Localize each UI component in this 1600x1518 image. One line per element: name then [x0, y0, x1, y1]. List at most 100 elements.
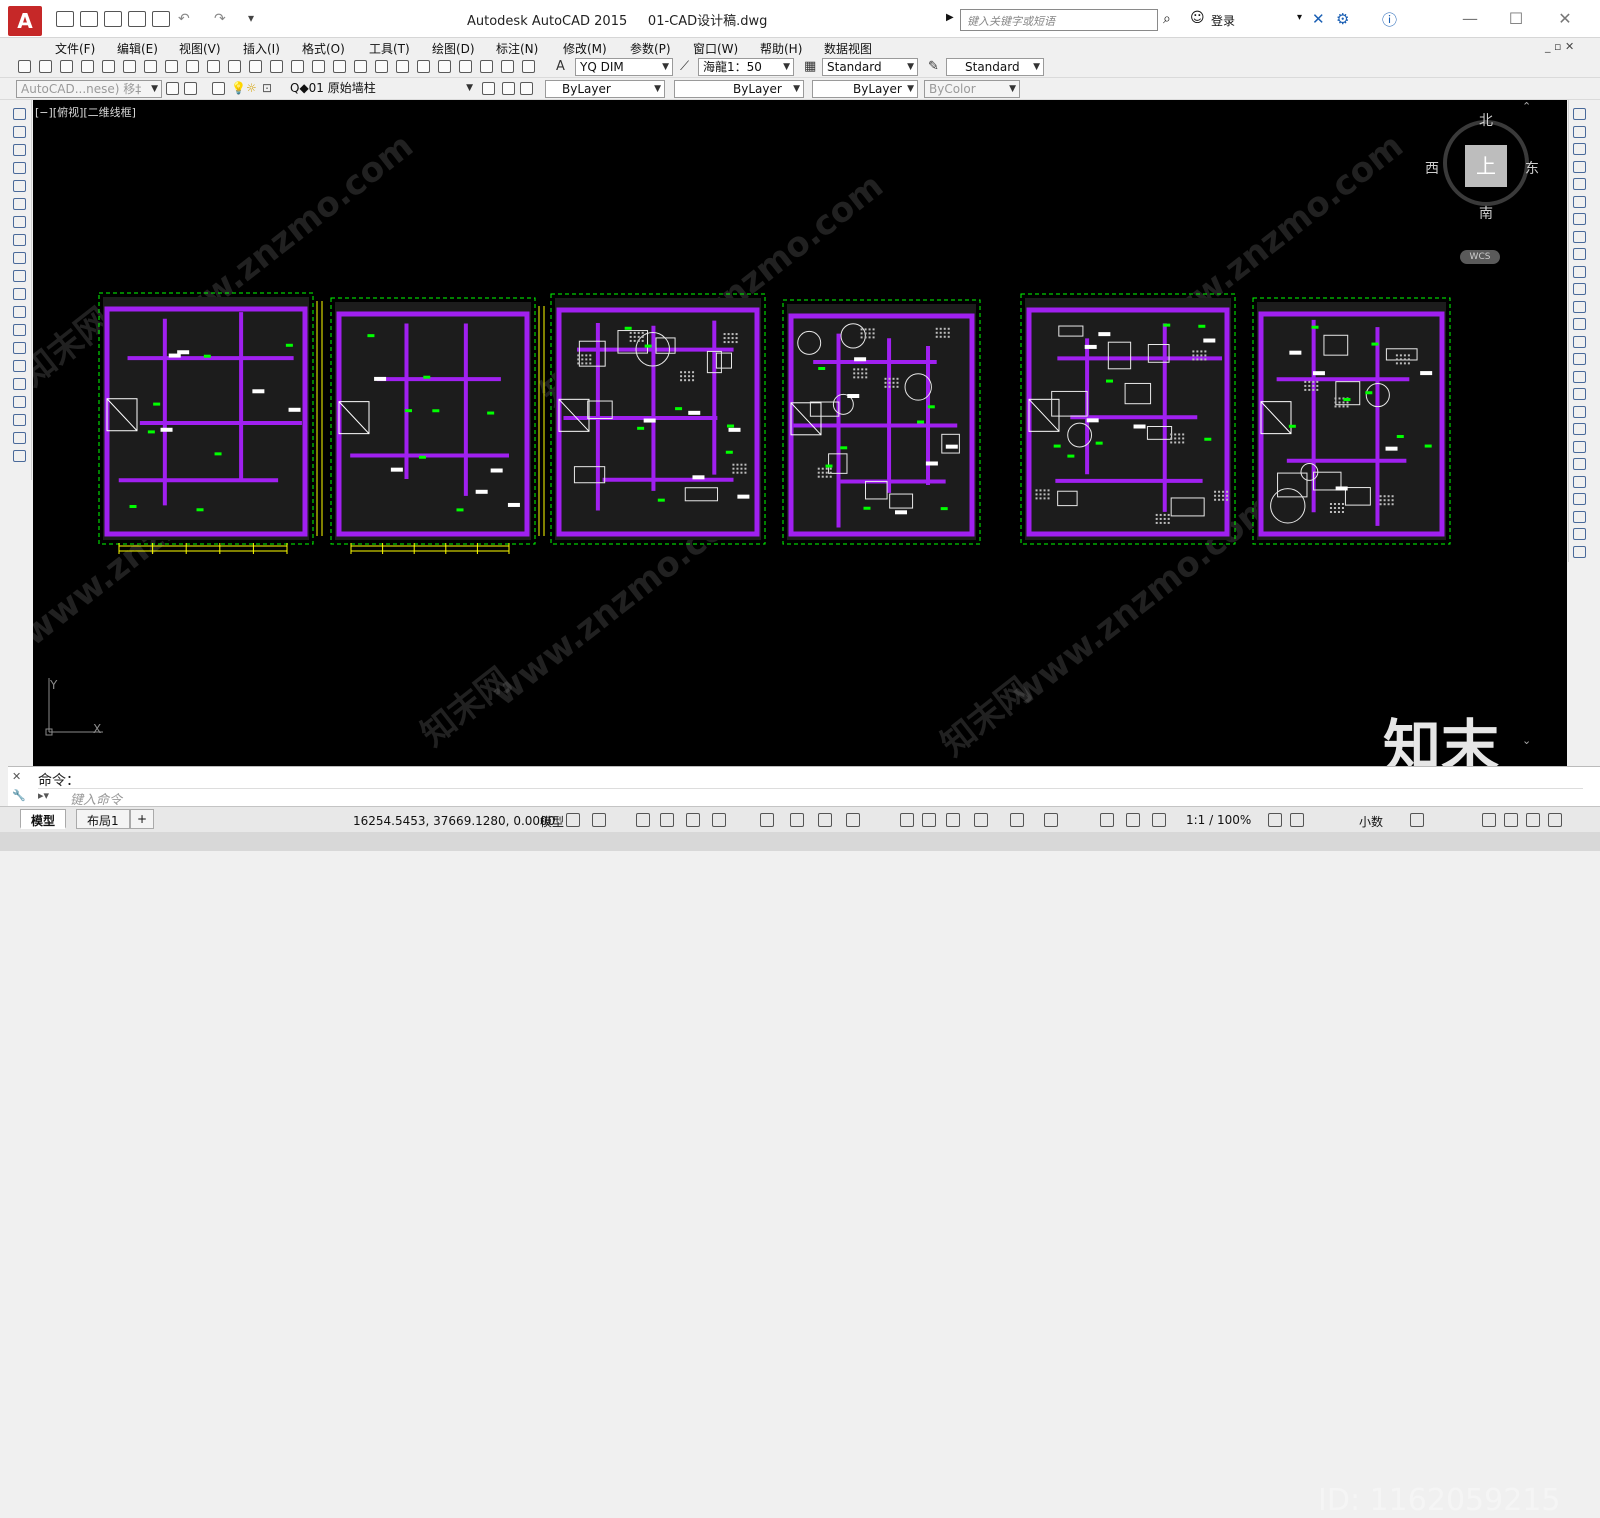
maximize-icon[interactable] — [1526, 813, 1540, 827]
workspace-settings-icon[interactable] — [166, 82, 179, 95]
binoculars-icon[interactable]: ⌕ — [1163, 11, 1171, 27]
viewcube-top-face[interactable]: 上 — [1465, 145, 1507, 187]
preview-icon[interactable] — [102, 60, 115, 73]
menu-format[interactable]: 格式(O) — [302, 40, 345, 57]
ungroup-icon[interactable] — [1573, 528, 1586, 540]
calc-icon[interactable] — [501, 60, 514, 73]
ortho-toggle-icon[interactable] — [636, 813, 650, 827]
save-icon[interactable] — [104, 11, 122, 27]
lineweight-toggle-icon[interactable] — [818, 813, 832, 827]
save-as-icon[interactable] — [128, 11, 146, 27]
undo-icon[interactable] — [270, 60, 283, 73]
hatch-icon[interactable] — [13, 360, 26, 372]
menu-insert[interactable]: 插入(I) — [243, 40, 280, 57]
tab-model[interactable]: 模型 — [20, 809, 67, 829]
cut-icon[interactable] — [165, 60, 178, 73]
units-select[interactable]: 小数 — [1359, 813, 1383, 830]
scroll-up-icon[interactable]: ⌃ — [1522, 100, 1531, 113]
layer-properties-icon[interactable] — [184, 82, 197, 95]
multiline-text-icon[interactable] — [13, 432, 26, 444]
login-label[interactable]: 登录 — [1211, 12, 1235, 29]
qnew-icon[interactable] — [18, 60, 31, 73]
copy-icon[interactable] — [186, 60, 199, 73]
zoom-previous-icon[interactable] — [375, 60, 388, 73]
user-icon[interactable]: ☺ — [1190, 10, 1205, 26]
menu-parametric[interactable]: 参数(P) — [630, 40, 671, 57]
undo-icon[interactable]: ↶ — [178, 11, 190, 27]
multileader-style-icon[interactable]: ✎ — [928, 59, 939, 74]
mirror-icon[interactable] — [1573, 143, 1586, 155]
application-menu-button[interactable]: A — [8, 6, 42, 36]
menu-tools[interactable]: 工具(T) — [369, 40, 410, 57]
markup-icon[interactable] — [480, 60, 493, 73]
menu-view[interactable]: 视图(V) — [179, 40, 221, 57]
make-block-icon[interactable] — [13, 324, 26, 336]
model-space-toggle[interactable]: 模型 — [540, 813, 564, 830]
sheetset-icon[interactable] — [459, 60, 472, 73]
tab-layout1[interactable]: 布局1 — [76, 809, 130, 829]
hardware-accel-toggle-icon[interactable] — [1126, 813, 1140, 827]
break-icon[interactable] — [1573, 318, 1586, 330]
chamfer-icon[interactable] — [1573, 353, 1586, 365]
polar-toggle-icon[interactable] — [660, 813, 674, 827]
construction-line-icon[interactable] — [13, 126, 26, 138]
wcs-menu[interactable]: WCS — [1460, 250, 1500, 264]
menu-modify[interactable]: 修改(M) — [563, 40, 607, 57]
table-style-select[interactable]: Standard ▼ — [946, 58, 1044, 76]
spline-icon[interactable] — [13, 252, 26, 264]
extend-icon[interactable] — [1573, 283, 1586, 295]
clean-screen-toggle-icon[interactable] — [1152, 813, 1166, 827]
arc-icon[interactable] — [13, 198, 26, 210]
settings-icon[interactable] — [1268, 813, 1282, 827]
dynucs-toggle-icon[interactable] — [760, 813, 774, 827]
ellipse-arc-icon[interactable] — [13, 288, 26, 300]
designcenter-icon[interactable] — [417, 60, 430, 73]
compass-south[interactable]: 南 — [1479, 203, 1493, 223]
print-icon[interactable] — [152, 11, 170, 27]
trim-icon[interactable] — [1573, 265, 1586, 278]
polygon-icon[interactable] — [13, 162, 26, 174]
layer-previous-icon[interactable] — [502, 82, 515, 95]
annotation-visibility-toggle-icon[interactable] — [946, 813, 960, 827]
dim-style-select[interactable]: YQ DIM ▼ — [575, 58, 673, 76]
save-icon[interactable] — [60, 60, 73, 73]
command-input[interactable]: 键入命令 — [38, 788, 1583, 808]
draworder-below-icon[interactable] — [1573, 458, 1586, 470]
customize-toggle-icon[interactable] — [1410, 813, 1424, 827]
plot-icon[interactable] — [81, 60, 94, 73]
scale-select[interactable]: 海龍1：50 ▼ — [698, 58, 794, 76]
join-icon[interactable] — [1573, 335, 1586, 348]
redo-icon[interactable]: ↷ — [214, 11, 226, 27]
quick-access-dropdown-icon[interactable]: ▾ — [248, 11, 254, 25]
point-icon[interactable] — [13, 342, 26, 354]
color-select[interactable]: ByLayer ▼ — [545, 80, 665, 98]
menu-edit[interactable]: 编辑(E) — [117, 40, 158, 57]
array-icon[interactable] — [1573, 178, 1586, 190]
close-button[interactable]: ✕ — [1542, 7, 1588, 31]
menu-file[interactable]: 文件(F) — [55, 40, 95, 57]
login-dropdown-icon[interactable]: ▾ — [1297, 12, 1302, 23]
bring-text-front-icon[interactable] — [1573, 475, 1586, 488]
menu-lines-icon[interactable] — [1482, 813, 1496, 827]
rectangle-icon[interactable] — [13, 180, 26, 192]
compass-east[interactable]: 东 — [1525, 158, 1539, 178]
pan-icon[interactable] — [312, 60, 325, 73]
customize-menu-icon[interactable] — [1548, 813, 1562, 827]
viewport-controls-label[interactable]: [−][俯视][二维线框] — [35, 104, 136, 120]
help-icon[interactable] — [522, 60, 535, 73]
grid-toggle-icon[interactable] — [566, 813, 580, 827]
stretch-icon[interactable] — [1573, 248, 1586, 260]
viewcube[interactable]: 上 北 南 西 东 WCS — [1425, 110, 1541, 264]
copy-object-icon[interactable] — [1573, 125, 1586, 138]
search-input[interactable]: 键入关键字或短语 — [960, 9, 1158, 31]
open-icon[interactable] — [80, 11, 98, 27]
exchange-icon[interactable]: ✕ — [1312, 10, 1325, 28]
bring-hatch-back-icon[interactable] — [1573, 493, 1586, 505]
draworder-front-icon[interactable] — [1573, 405, 1586, 418]
workspace-select[interactable]: AutoCAD...nese) 移‡ ▼ — [16, 80, 162, 98]
snap-toggle-icon[interactable] — [592, 813, 606, 827]
paste-icon[interactable] — [207, 60, 220, 73]
publish-icon[interactable] — [123, 60, 136, 73]
help-icon[interactable]: ⓘ — [1382, 9, 1397, 30]
offset-icon[interactable] — [1573, 160, 1586, 173]
